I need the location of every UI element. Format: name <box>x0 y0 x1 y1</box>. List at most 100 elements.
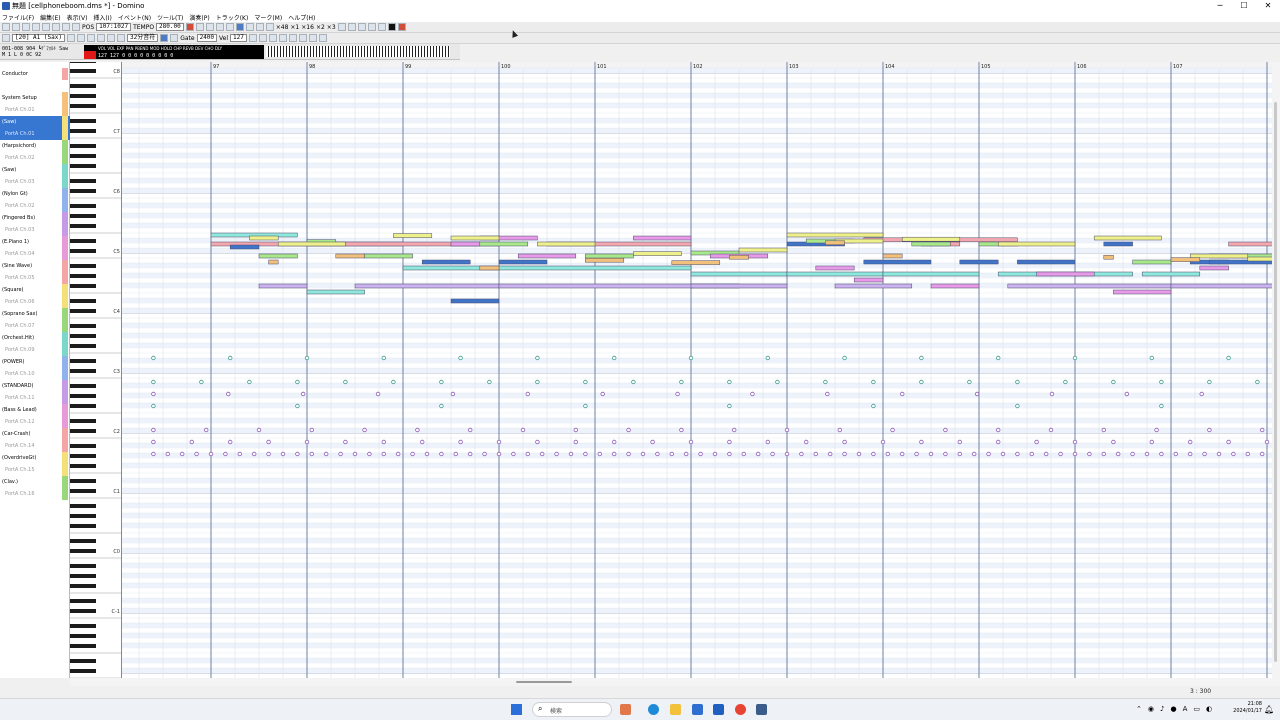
piano-black-key[interactable] <box>70 324 96 328</box>
piano-black-key[interactable] <box>70 204 96 208</box>
velocity-field[interactable]: 127 <box>230 34 247 42</box>
drum-hit[interactable] <box>1072 439 1078 445</box>
piano-keys-svg[interactable]: C8 C7 C6 C5 C4 C3 C2 C1 C0 C-1 <box>70 62 122 678</box>
tray-ime-icon[interactable]: A <box>1183 705 1188 713</box>
new-file-icon[interactable] <box>2 23 10 31</box>
black-box-icon[interactable] <box>387 23 396 31</box>
piano-black-key[interactable] <box>70 224 96 228</box>
drum-hit[interactable] <box>180 451 185 457</box>
drum-hit[interactable] <box>439 403 444 409</box>
taskbar-search[interactable]: ⌕ 検索 <box>532 702 612 717</box>
drum-hit[interactable] <box>900 391 905 397</box>
drum-hit[interactable] <box>732 427 737 433</box>
piano-black-key[interactable] <box>70 479 96 483</box>
domino-taskbar-icon[interactable] <box>756 704 767 715</box>
drum-hit[interactable] <box>972 451 977 457</box>
drum-hit[interactable] <box>1187 439 1193 445</box>
staff-view-icon[interactable] <box>357 23 366 31</box>
menu-event[interactable]: イベント(N) <box>118 13 151 22</box>
counter-16[interactable]: ×16 <box>301 24 314 31</box>
track-port-row[interactable]: PortA Ch.02 <box>0 152 70 164</box>
piano-black-key[interactable] <box>70 309 96 313</box>
drum-hit[interactable] <box>468 427 473 433</box>
drum-hit[interactable] <box>885 451 890 457</box>
drum-hit[interactable] <box>1154 427 1159 433</box>
drum-hit[interactable] <box>612 439 617 445</box>
drum-hit[interactable] <box>688 439 694 445</box>
drum-hit[interactable] <box>151 451 156 457</box>
menu-mark[interactable]: マーク(M) <box>254 13 282 22</box>
drum-hit[interactable] <box>487 379 492 385</box>
fast-forward-icon[interactable] <box>255 23 264 31</box>
piano-black-key[interactable] <box>70 564 96 568</box>
drum-hit[interactable] <box>381 355 386 361</box>
drum-hit[interactable] <box>1202 451 1207 457</box>
drum-hit[interactable] <box>151 403 156 409</box>
drum-hit[interactable] <box>396 451 401 457</box>
drum-hit[interactable] <box>1072 355 1078 361</box>
drum-hit[interactable] <box>300 391 306 397</box>
drum-hit[interactable] <box>226 391 231 397</box>
note-block[interactable] <box>633 235 692 241</box>
track-port-row[interactable]: PortA Ch.01 <box>0 104 70 116</box>
drum-hit[interactable] <box>1187 451 1193 457</box>
track-row[interactable]: (E.Piano 1) <box>0 236 70 248</box>
drum-hit[interactable] <box>251 451 257 457</box>
drum-hit[interactable] <box>1199 391 1204 397</box>
drum-hit[interactable] <box>1072 451 1078 457</box>
drum-hit[interactable] <box>1124 391 1130 397</box>
note-block[interactable] <box>882 253 903 259</box>
track-row[interactable]: (Bass & Lead) <box>0 404 70 416</box>
track-port-row[interactable]: PortA Ch.11 <box>0 392 70 404</box>
drum-hit[interactable] <box>1173 451 1178 457</box>
drum-hit[interactable] <box>600 391 605 397</box>
piano-black-key[interactable] <box>70 539 96 543</box>
drum-hit[interactable] <box>784 451 790 457</box>
note-block[interactable] <box>1247 256 1272 262</box>
note-block[interactable] <box>450 241 481 247</box>
piano-roll[interactable]: 97 98 99 100 101 102 103 104 105 106 107 <box>122 62 1272 678</box>
tray-chevron-icon[interactable]: ⌃ <box>1136 705 1142 713</box>
note-block[interactable] <box>1017 259 1076 265</box>
note-block[interactable] <box>1170 257 1201 262</box>
drum-hit[interactable] <box>535 439 540 445</box>
drum-hit[interactable] <box>525 451 530 457</box>
drum-hit[interactable] <box>468 451 473 457</box>
drum-hit[interactable] <box>323 451 329 457</box>
note-block[interactable] <box>268 259 279 265</box>
metronome-icon[interactable] <box>205 23 214 31</box>
drum-hit[interactable] <box>1044 451 1049 457</box>
drum-hit[interactable] <box>784 427 790 433</box>
drum-hit[interactable] <box>626 451 631 457</box>
drum-hit[interactable] <box>203 427 209 433</box>
drum-hit[interactable] <box>1087 451 1092 457</box>
windows-start-icon[interactable] <box>511 704 522 715</box>
drum-hit[interactable] <box>424 451 430 457</box>
counter-2[interactable]: ×2 <box>316 24 325 31</box>
drum-hit[interactable] <box>727 451 732 457</box>
drum-hit[interactable] <box>943 427 948 433</box>
quantize-icon[interactable] <box>308 34 317 42</box>
piano-black-key[interactable] <box>70 274 96 278</box>
undo-icon[interactable] <box>62 23 70 31</box>
drum-hit[interactable] <box>756 451 761 457</box>
piano-black-key[interactable] <box>70 464 96 468</box>
drum-hit[interactable] <box>573 439 578 445</box>
drum-hit[interactable] <box>741 451 746 457</box>
track-row[interactable]: (Soprano Sax) <box>0 308 70 320</box>
piano-black-key[interactable] <box>70 344 96 348</box>
track-prev-icon[interactable] <box>2 34 10 42</box>
note-block[interactable] <box>853 277 884 283</box>
play-icon[interactable] <box>235 23 244 31</box>
zoom-vertical-icon[interactable] <box>278 34 287 42</box>
track-select[interactable]: [20] A1 (Sax) <box>12 34 65 42</box>
drum-hit[interactable] <box>381 451 386 457</box>
drum-hit[interactable] <box>684 451 689 457</box>
drum-hit[interactable] <box>367 451 372 457</box>
drum-hit[interactable] <box>1144 451 1150 457</box>
note-block[interactable] <box>1036 271 1095 277</box>
note-block[interactable] <box>1103 241 1133 247</box>
drum-hit[interactable] <box>1264 439 1270 445</box>
drum-hit[interactable] <box>640 451 646 457</box>
note-block[interactable] <box>537 241 596 247</box>
